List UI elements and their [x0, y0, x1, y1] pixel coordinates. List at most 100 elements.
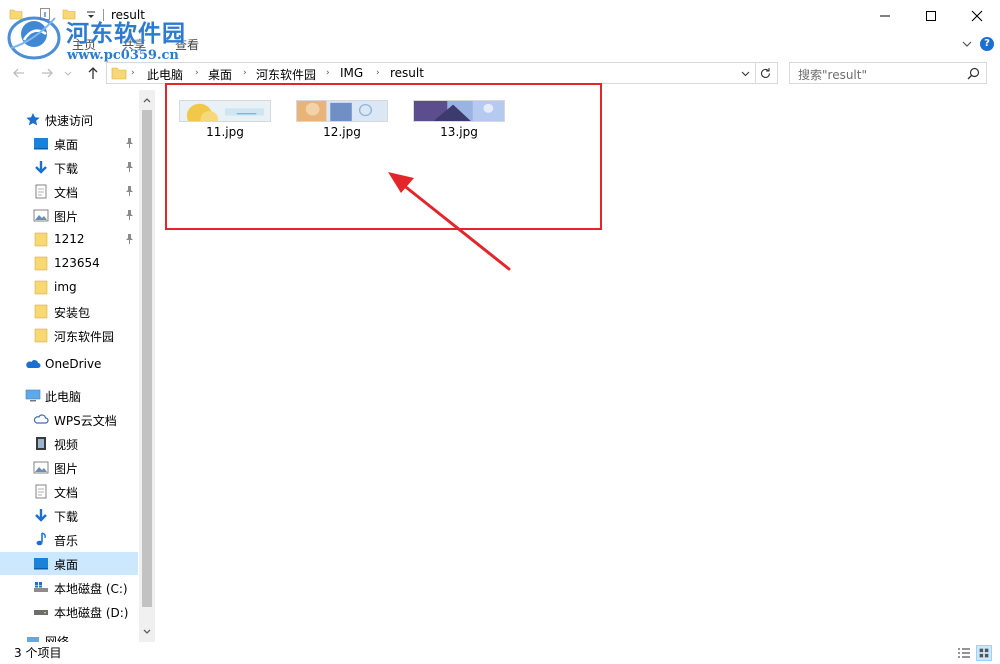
- sidebar-item-desktop-pc[interactable]: 桌面: [0, 552, 138, 575]
- sidebar-item-label: 视频: [54, 438, 79, 452]
- sidebar-item-123654[interactable]: 123654: [0, 252, 138, 275]
- folder-icon: [34, 232, 48, 247]
- sidebar-item-downloads-pc[interactable]: 下载: [0, 504, 138, 527]
- sidebar-item-hedong[interactable]: 河东软件园: [0, 324, 138, 347]
- sidebar-item-label: 文档: [54, 186, 79, 200]
- sidebar-item-1212[interactable]: 1212: [0, 228, 138, 251]
- sidebar-item-label: 下载: [54, 162, 79, 176]
- search-box[interactable]: 搜索"result": [789, 62, 987, 84]
- sidebar-item-onedrive[interactable]: OneDrive: [0, 353, 138, 376]
- folder-icon: [34, 280, 48, 295]
- pin-icon[interactable]: [124, 209, 135, 221]
- sidebar-item-label: 图片: [54, 462, 79, 476]
- breadcrumb-desktop[interactable]: 桌面: [208, 66, 232, 83]
- chevron-down-icon[interactable]: [740, 68, 751, 79]
- download-icon: [35, 509, 47, 522]
- pin-icon[interactable]: [124, 161, 135, 173]
- search-icon[interactable]: [967, 67, 980, 80]
- breadcrumb-separator[interactable]: ›: [195, 68, 199, 78]
- sidebar-item-label: 下载: [54, 510, 79, 524]
- status-bar: 3 个项目: [0, 642, 1000, 664]
- network-icon: [27, 637, 39, 642]
- pin-icon[interactable]: [124, 137, 135, 149]
- pin-icon[interactable]: [124, 233, 135, 245]
- breadcrumb-img[interactable]: IMG: [340, 66, 363, 80]
- folder-icon: [111, 67, 127, 80]
- details-view-icon[interactable]: [956, 645, 972, 661]
- sidebar-item-this-pc[interactable]: 此电脑: [0, 384, 138, 407]
- refresh-icon[interactable]: [759, 67, 772, 80]
- sidebar-item-label: 本地磁盘 (C:): [54, 582, 128, 596]
- close-icon: [971, 10, 983, 21]
- recent-locations-button[interactable]: [62, 64, 74, 82]
- breadcrumb-separator[interactable]: ›: [376, 68, 380, 78]
- annotation-arrow-icon: [388, 172, 511, 271]
- watermark-title: 河东软件园: [66, 20, 186, 47]
- star-icon: [26, 112, 40, 126]
- scrollbar-thumb[interactable]: [142, 110, 152, 607]
- sidebar-item-pictures-pc[interactable]: 图片: [0, 456, 138, 479]
- up-button[interactable]: [84, 64, 102, 82]
- sidebar-item-downloads[interactable]: 下载: [0, 156, 138, 179]
- item-count: 3 个项目: [14, 646, 62, 660]
- breadcrumb-hedong[interactable]: 河东软件园: [256, 66, 316, 83]
- minimize-icon: [880, 15, 890, 16]
- sidebar-item-desktop[interactable]: 桌面: [0, 132, 138, 155]
- sidebar-item-label: 桌面: [54, 138, 79, 152]
- sidebar-item-network[interactable]: 网络: [0, 629, 138, 642]
- folder-icon: [34, 256, 48, 271]
- large-icons-view-icon[interactable]: [976, 645, 992, 661]
- pin-icon[interactable]: [124, 185, 135, 197]
- document-icon: [35, 184, 47, 199]
- sidebar-item-label: 音乐: [54, 534, 79, 548]
- breadcrumb-separator[interactable]: ›: [243, 68, 247, 78]
- onedrive-icon: [26, 360, 41, 368]
- sidebar-item-drive-c[interactable]: 本地磁盘 (C:): [0, 576, 138, 599]
- watermark-logo-icon: [7, 16, 61, 60]
- breadcrumb-result[interactable]: result: [390, 66, 424, 80]
- sidebar-item-label: img: [54, 280, 77, 294]
- sidebar-item-label: OneDrive: [45, 357, 102, 371]
- sidebar-item-label: 桌面: [54, 558, 79, 572]
- sidebar-scrollbar[interactable]: [139, 90, 155, 642]
- sidebar-item-label: 图片: [54, 210, 79, 224]
- sidebar-item-label: 此电脑: [45, 390, 82, 404]
- chevron-down-icon[interactable]: [960, 37, 974, 51]
- minimize-button[interactable]: [862, 0, 908, 31]
- maximize-icon: [926, 10, 936, 21]
- sidebar-item-documents-pc[interactable]: 文档: [0, 480, 138, 503]
- chevron-up-icon[interactable]: [142, 95, 152, 105]
- breadcrumb-separator[interactable]: ›: [131, 68, 135, 78]
- folder-icon: [34, 328, 48, 343]
- sidebar-item-drive-d[interactable]: 本地磁盘 (D:): [0, 600, 138, 623]
- sidebar-item-videos[interactable]: 视频: [0, 432, 138, 455]
- maximize-button[interactable]: [908, 0, 954, 31]
- search-input[interactable]: 搜索"result": [798, 66, 867, 83]
- sidebar-item-wps-cloud[interactable]: WPS云文档: [0, 408, 138, 431]
- sidebar-item-installers[interactable]: 安装包: [0, 300, 138, 323]
- sidebar-item-img[interactable]: img: [0, 276, 138, 299]
- sidebar-item-quick-access[interactable]: 快速访问: [0, 108, 138, 131]
- sidebar-item-label: 文档: [54, 486, 79, 500]
- video-icon: [36, 437, 46, 450]
- close-button[interactable]: [954, 0, 1000, 31]
- desktop-icon: [34, 558, 48, 570]
- sidebar-item-documents[interactable]: 文档: [0, 180, 138, 203]
- help-icon[interactable]: ?: [980, 37, 994, 51]
- sidebar-item-pictures[interactable]: 图片: [0, 204, 138, 227]
- forward-button[interactable]: [38, 64, 56, 82]
- breadcrumb-this-pc[interactable]: 此电脑: [147, 66, 183, 83]
- computer-icon: [25, 389, 41, 402]
- address-bar[interactable]: › 此电脑 › 桌面 › 河东软件园 › IMG › result: [106, 62, 778, 84]
- sidebar-item-label: 本地磁盘 (D:): [54, 606, 129, 620]
- sidebar-item-label: 123654: [54, 256, 100, 270]
- sidebar-item-label: 快速访问: [45, 114, 94, 128]
- sidebar-item-music[interactable]: 音乐: [0, 528, 138, 551]
- breadcrumb-separator[interactable]: ›: [326, 68, 330, 78]
- arrow-up-icon: [88, 67, 98, 79]
- sidebar-item-label: 安装包: [54, 306, 91, 320]
- back-button[interactable]: [10, 64, 28, 82]
- chevron-down-icon[interactable]: [142, 627, 152, 637]
- download-icon: [35, 161, 47, 174]
- folder-icon: [34, 304, 48, 319]
